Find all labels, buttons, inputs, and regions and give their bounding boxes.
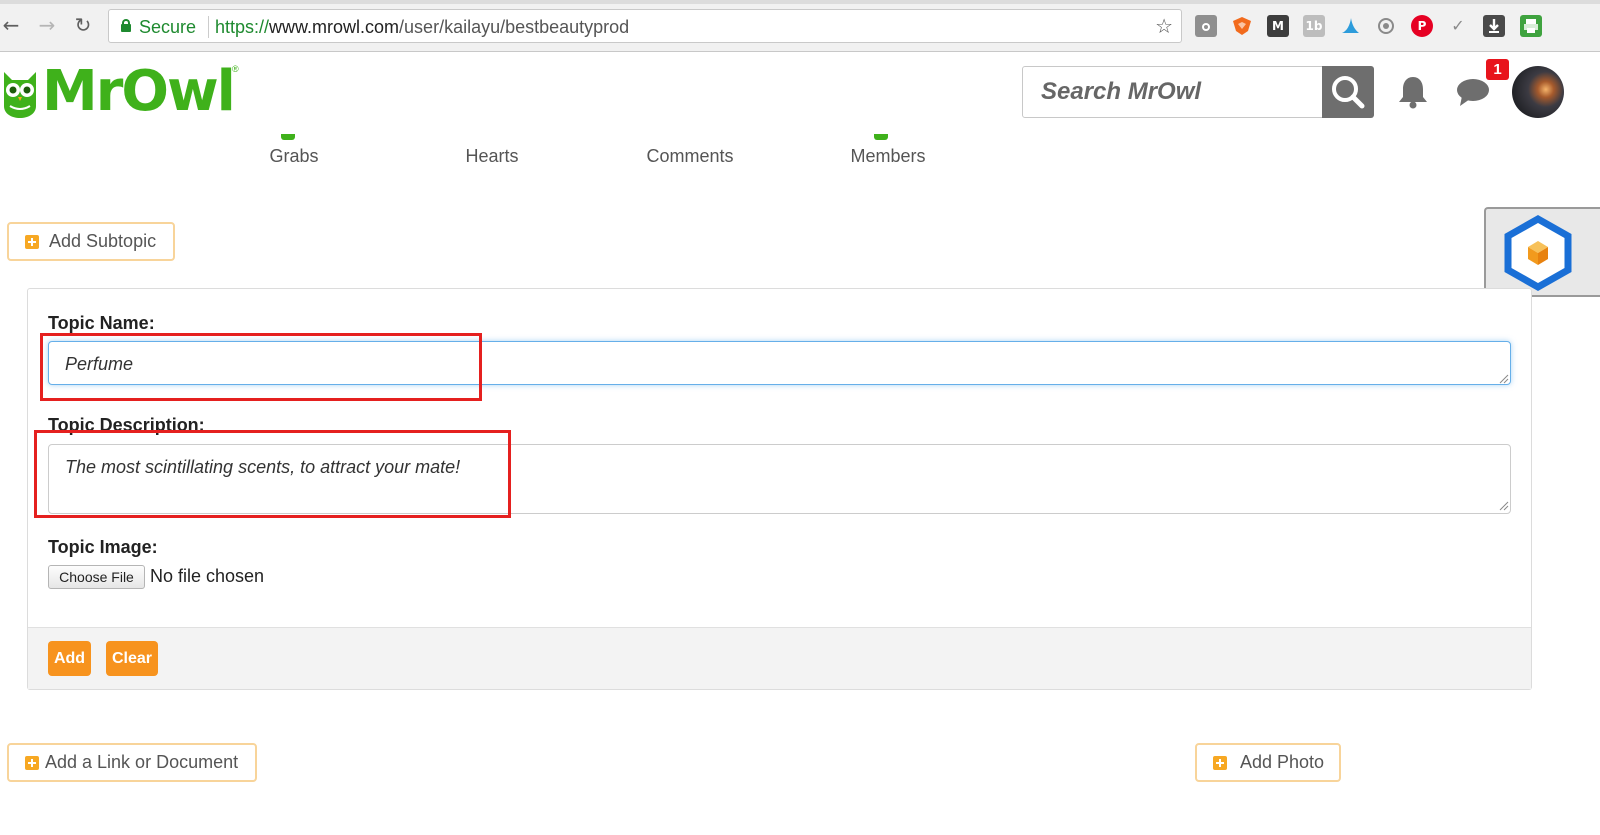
secure-label: Secure (139, 17, 197, 37)
stat-hearts[interactable]: Hearts (422, 146, 562, 167)
url-path: /user/kailayu/bestbeautyprod (399, 17, 630, 37)
1b-icon[interactable]: 1b (1303, 15, 1325, 37)
bird-icon[interactable] (1339, 15, 1361, 37)
eye-icon[interactable] (1375, 15, 1397, 37)
back-arrow-icon[interactable]: ← (0, 14, 22, 36)
search-input[interactable] (1022, 66, 1324, 118)
owl-logo-icon (4, 72, 36, 118)
plus-icon (25, 755, 39, 770)
address-bar[interactable]: Secure https://www.mrowl.com/user/kailay… (108, 9, 1182, 43)
hexagon-cube-icon (1504, 214, 1572, 292)
browser-toolbar: ← → ↻ Secure https://www.mrowl.com/user/… (0, 0, 1600, 52)
choose-file-button[interactable]: Choose File (48, 565, 145, 589)
bookmark-star-icon[interactable]: ☆ (1155, 14, 1173, 38)
grabs-mark (281, 134, 295, 140)
url-host: www.mrowl.com (269, 17, 400, 37)
camera-icon[interactable] (1195, 15, 1217, 37)
mrowl-logo[interactable]: MrOwl ® (0, 60, 245, 122)
search-button[interactable] (1322, 66, 1374, 118)
members-mark (874, 134, 888, 140)
printer-icon[interactable] (1520, 15, 1542, 37)
chat-bubble-icon[interactable] (1456, 76, 1490, 108)
topic-name-highlight (40, 333, 482, 401)
add-link-label: Add a Link or Document (45, 752, 239, 772)
registered-mark: ® (232, 64, 239, 74)
side-extension-widget[interactable] (1484, 207, 1600, 297)
fox-icon[interactable] (1231, 15, 1253, 37)
download-icon[interactable] (1483, 15, 1505, 37)
add-photo-button[interactable]: Add Photo (1195, 743, 1341, 782)
add-subtopic-button[interactable]: Add Subtopic (7, 222, 175, 261)
notification-badge: 1 (1486, 59, 1509, 80)
user-avatar[interactable] (1512, 66, 1564, 118)
m-icon[interactable]: M (1267, 15, 1289, 37)
stat-grabs[interactable]: Grabs (224, 146, 364, 167)
lock-icon (121, 19, 131, 32)
form-footer: Add Clear (28, 627, 1531, 689)
resize-grip-icon[interactable] (1499, 501, 1509, 511)
plus-icon (1213, 755, 1227, 770)
search-icon (1332, 76, 1365, 109)
plus-icon (25, 234, 39, 249)
reload-icon[interactable]: ↻ (72, 14, 94, 36)
clear-button[interactable]: Clear (106, 641, 158, 676)
forward-arrow-icon[interactable]: → (36, 14, 58, 36)
url-text[interactable]: https://www.mrowl.com/user/kailayu/bestb… (215, 17, 629, 38)
stat-comments[interactable]: Comments (620, 146, 760, 167)
pinterest-icon[interactable]: P (1411, 15, 1433, 37)
logo-wordmark: MrOwl (42, 59, 236, 124)
topic-name-label: Topic Name: (48, 313, 155, 333)
stat-members[interactable]: Members (818, 146, 958, 167)
no-file-chosen-text: No file chosen (150, 566, 265, 586)
site-search (1022, 66, 1374, 118)
add-link-button[interactable]: Add a Link or Document (7, 743, 257, 782)
resize-grip-icon[interactable] (1499, 374, 1509, 384)
tab-strip (0, 0, 1600, 4)
check-icon[interactable]: ✓ (1447, 15, 1469, 37)
topic-image-label: Topic Image: (48, 537, 158, 557)
add-photo-label: Add Photo (1240, 752, 1325, 772)
add-button[interactable]: Add (48, 641, 91, 676)
url-protocol: https:// (215, 17, 270, 37)
bell-icon[interactable] (1396, 74, 1430, 110)
url-divider (208, 16, 209, 38)
topic-description-highlight (34, 430, 511, 518)
add-subtopic-label: Add Subtopic (49, 231, 157, 251)
